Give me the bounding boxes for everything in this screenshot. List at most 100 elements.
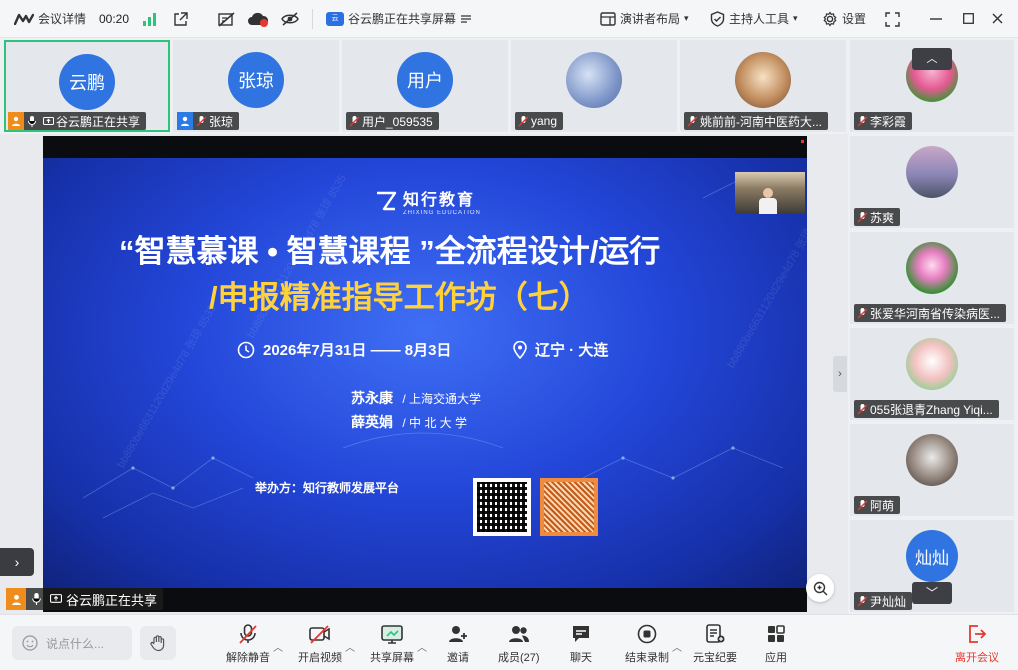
shared-slide: bb880be6631120d29e4d78 张琼 8535 bb880be66… — [43, 136, 807, 612]
participant-tile-sharer[interactable]: 云鹏 谷云鹏正在共享 — [4, 40, 170, 132]
mic-muted-icon — [854, 304, 870, 322]
start-video-button[interactable]: 开启视频 — [298, 623, 342, 665]
apps-grid-icon — [768, 625, 785, 642]
unmute-button[interactable]: 解除静音 — [226, 623, 270, 665]
layout-dropdown[interactable]: 演讲者布局 ▾ — [600, 10, 689, 27]
tencent-meeting-logo-icon — [14, 13, 34, 25]
host-tools-label: 主持人工具 — [729, 12, 790, 26]
members-icon — [508, 626, 529, 642]
mic-muted-icon — [239, 624, 257, 644]
avatar: 灿灿 — [906, 530, 958, 582]
screen-share-icon — [46, 590, 66, 608]
exit-icon — [969, 625, 987, 643]
microphone-icon — [24, 112, 40, 130]
mic-muted-icon — [854, 208, 870, 226]
start-video-label: 开启视频 — [298, 652, 342, 664]
minimize-icon[interactable] — [930, 18, 942, 20]
brand-name-en: ZHIXING EDUCATION — [403, 210, 481, 216]
cloud-recording-icon[interactable] — [247, 11, 269, 28]
settings-button[interactable]: 设置 — [822, 10, 866, 27]
hidden-eye-icon[interactable] — [281, 12, 299, 26]
apps-button[interactable]: 应用 — [765, 623, 787, 665]
participant-name: 055张退青Zhang Yiqi... — [870, 402, 993, 417]
speaker-2: 薛英娟 / 中 北 大 学 — [351, 412, 467, 432]
bottom-toolbar: 说点什么... 解除静音 ︿ 开启视频 ︿ 共享屏幕 ︿ 邀请 成员(27) 聊… — [0, 614, 1018, 670]
chat-quick-input[interactable]: 说点什么... — [12, 626, 132, 660]
divider — [312, 9, 313, 29]
expand-left-button[interactable]: › — [0, 548, 34, 576]
menu-lines-icon — [461, 14, 472, 23]
fullscreen-icon[interactable] — [885, 12, 900, 27]
participant-name: 用户_059535 — [362, 114, 433, 129]
apps-label: 应用 — [765, 652, 787, 664]
layout-icon — [600, 11, 616, 26]
participant-name: 苏爽 — [870, 210, 895, 225]
name-bar: 尹灿灿 — [854, 592, 913, 610]
virtual-background-off-icon[interactable] — [218, 12, 235, 27]
invite-label: 邀请 — [447, 652, 469, 664]
share-screen-button[interactable]: 共享屏幕 — [370, 623, 414, 665]
event-date: 2026年7月31日 —— 8月3日 — [237, 339, 451, 360]
mic-muted-icon — [346, 112, 362, 130]
brand-name: 知行教育 — [403, 192, 476, 209]
expand-sidebar-button[interactable]: › — [833, 356, 847, 392]
participant-tile[interactable]: 姚前前-河南中医药大... — [680, 40, 846, 132]
camera-off-icon — [309, 625, 330, 644]
slide-canvas: bb880be6631120d29e4d78 张琼 8535 bb880be66… — [43, 158, 807, 588]
host-tools-dropdown[interactable]: 主持人工具 ▾ — [710, 10, 798, 27]
maximize-icon[interactable] — [963, 13, 974, 24]
yuanbao-summary-label: 元宝纪要 — [693, 652, 737, 664]
avatar: 云鹏 — [59, 54, 115, 110]
close-icon[interactable] — [992, 13, 1003, 24]
chat-placeholder: 说点什么... — [46, 636, 105, 651]
participant-name: 张琼 — [209, 114, 234, 129]
name-bar: 姚前前-河南中医药大... — [684, 112, 828, 130]
name-bar: 李彩霞 — [854, 112, 913, 130]
participant-tile[interactable]: 055张退青Zhang Yiqi... — [850, 328, 1014, 420]
scroll-up-button[interactable]: ︿ — [912, 48, 952, 70]
chat-button[interactable]: 聊天 — [570, 623, 592, 665]
raise-hand-button[interactable] — [140, 626, 176, 660]
participant-tile[interactable]: yang — [511, 40, 677, 132]
microphone-icon — [26, 590, 46, 608]
organizer: 举办方：知行教师发展平台 — [255, 481, 400, 495]
slide-brand: 知行教育 ZHIXING EDUCATION — [375, 186, 481, 216]
meeting-info-button[interactable]: 会议详情 — [14, 10, 86, 27]
chevron-up-icon[interactable]: ︿ — [273, 639, 283, 654]
sharing-status[interactable]: 云 谷云鹏正在共享屏幕 — [326, 10, 472, 27]
chevron-up-icon[interactable]: ︿ — [672, 639, 682, 654]
speaker-org: / 上海交通大学 — [402, 392, 482, 406]
yuanbao-summary-button[interactable]: 元宝纪要 — [693, 623, 737, 665]
brand-logo-icon — [377, 191, 397, 211]
end-recording-button[interactable]: 结束录制 — [625, 623, 669, 665]
chevron-up-icon[interactable]: ︿ — [417, 639, 427, 654]
participant-tile[interactable]: 张琼 张琼 — [173, 40, 339, 132]
participant-name: 李彩霞 — [870, 114, 907, 129]
zoom-button[interactable] — [806, 574, 834, 602]
participant-tile[interactable]: 苏爽 — [850, 136, 1014, 228]
invite-user-icon — [449, 626, 467, 642]
leave-meeting-button[interactable]: 离开会议 — [955, 623, 999, 665]
slide-title-line2: /申报精准指导工作坊（七） — [209, 280, 590, 315]
participant-sidebar: ︿ 李彩霞 苏爽 张爱华河南省传染病医... 055张退青Zhang Yiqi.… — [848, 38, 1018, 614]
name-bar: 055张退青Zhang Yiqi... — [854, 400, 999, 418]
chevron-up-icon[interactable]: ︿ — [345, 639, 355, 654]
sharer-name-bar: 谷云鹏正在共享 — [6, 588, 164, 610]
unmute-label: 解除静音 — [226, 652, 270, 664]
location-pin-icon — [513, 340, 527, 359]
members-button[interactable]: 成员(27) — [498, 623, 540, 665]
invite-button[interactable]: 邀请 — [447, 623, 469, 665]
popout-icon[interactable] — [173, 12, 188, 27]
meeting-info-label: 会议详情 — [38, 12, 87, 26]
mic-muted-icon — [515, 112, 531, 130]
emoji-icon — [22, 635, 38, 651]
shared-screen-area: bb880be6631120d29e4d78 张琼 8535 bb880be66… — [0, 134, 848, 614]
scroll-down-button[interactable]: ﹀ — [912, 582, 952, 604]
participant-tile[interactable]: 阿萌 — [850, 424, 1014, 516]
participant-name: yang — [531, 114, 558, 128]
participant-tile[interactable]: 用户 用户_059535 — [342, 40, 508, 132]
clock-icon — [237, 341, 255, 358]
participant-tile[interactable]: 张爱华河南省传染病医... — [850, 232, 1014, 324]
name-bar: 谷云鹏正在共享 — [8, 112, 147, 130]
avatar-photo — [906, 434, 958, 486]
